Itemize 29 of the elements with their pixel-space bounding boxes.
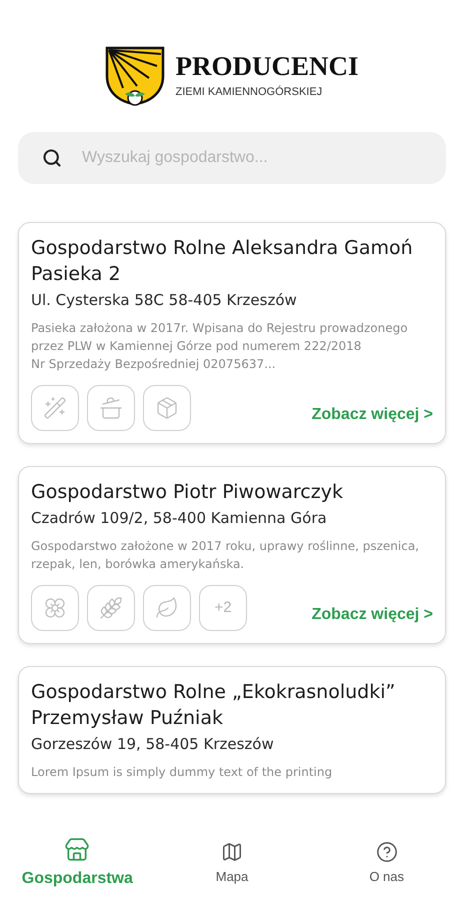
- map-icon: [221, 841, 243, 864]
- farm-address: Ul. Cysterska 58C 58-405 Krzeszów: [31, 290, 298, 311]
- farm-name: Gospodarstwo Rolne Aleksandra Gamoń Pasieka 2: [31, 236, 414, 287]
- farm-address: Czadrów 109/2, 58-400 Kamienna Góra: [31, 508, 328, 529]
- search-field[interactable]: Wyszukaj gospodarstwo...: [18, 132, 446, 184]
- farm-address: Gorzeszów 19, 58-405 Krzeszów: [31, 734, 275, 755]
- pot-icon: [87, 385, 135, 431]
- see-more-link[interactable]: Zobacz więcej >: [312, 603, 433, 627]
- wand-icon: [31, 385, 79, 431]
- see-more-link[interactable]: Zobacz więcej >: [312, 403, 433, 427]
- nav-tab[interactable]: Gospodarstwa: [0, 828, 155, 900]
- more-count: +2: [199, 585, 247, 631]
- nav-tab[interactable]: Mapa: [154, 828, 310, 900]
- farm-description: Pasieka założona w 2017r. Wpisana do Rejestru prowadzonego przez PLW w Kamiennej Górze pod numerem 222/2018 Nr Sprzedaży Bezpośredniej 02075637...: [31, 320, 409, 373]
- farm-name: Gospodarstwo Rolne „Ekokrasnoludki” Przemysław Puźniak: [31, 680, 396, 731]
- farm-description: Lorem Ipsum is simply dummy text of the printing: [31, 764, 334, 781]
- search-icon: [42, 148, 62, 168]
- leaf-icon: [143, 585, 191, 631]
- farm-name: Gospodarstwo Piotr Piwowarczyk: [31, 480, 344, 505]
- farm-description: Gospodarstwo założone w 2017 roku, uprawy roślinne, pszenica, rzepak, len, borówka amerykańska.: [31, 538, 420, 573]
- logo-icon: [105, 46, 168, 108]
- flower-icon: [31, 585, 79, 631]
- help-icon: [376, 841, 398, 864]
- wheat-icon: [87, 585, 135, 631]
- package-icon: [143, 385, 191, 431]
- nav-tab[interactable]: O nas: [309, 828, 464, 900]
- logo-subtitle: ZIEMI KAMIENNOGÓRSKIEJ: [175, 84, 324, 100]
- store-icon: [64, 837, 90, 863]
- logo-title: PRODUCENCI: [175, 53, 358, 80]
